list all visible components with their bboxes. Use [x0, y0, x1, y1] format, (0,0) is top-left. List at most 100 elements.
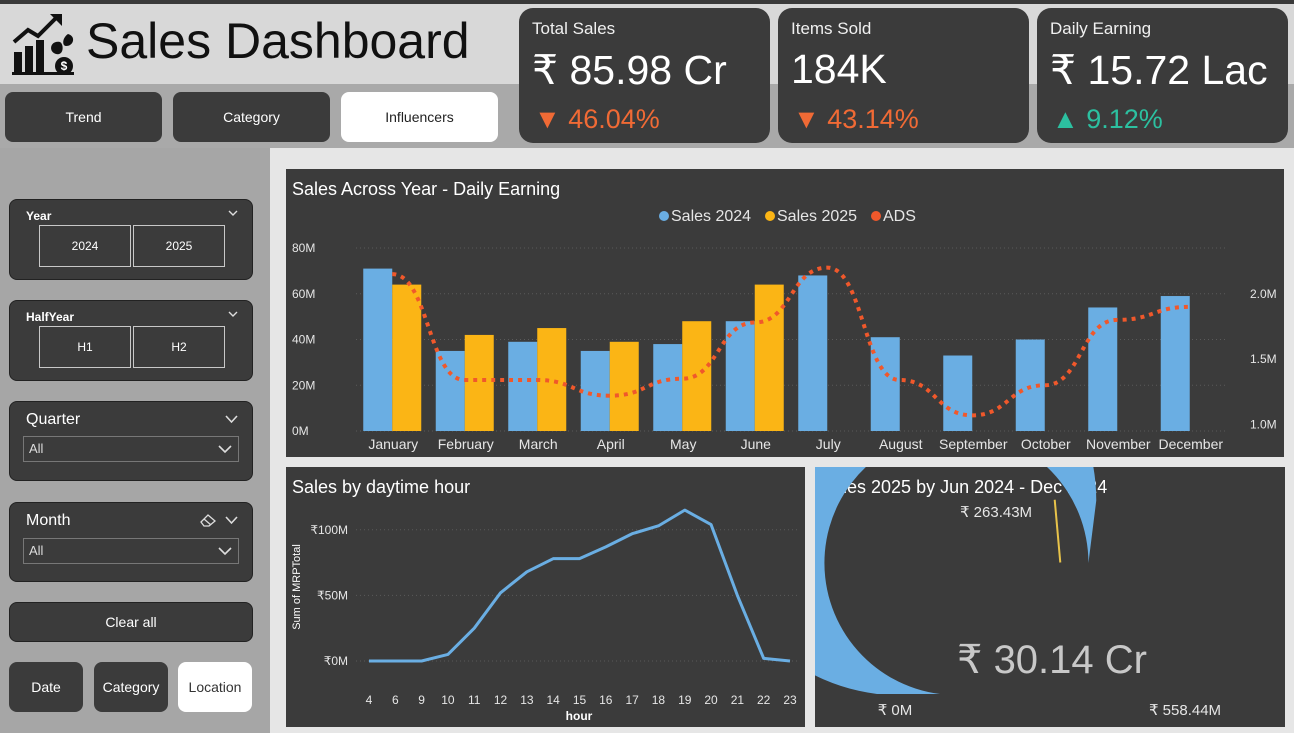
x-tick-label: January — [368, 436, 418, 452]
halfyear-slicer: HalfYear H1 H2 — [9, 300, 253, 381]
x-tick-label: February — [438, 436, 494, 452]
legend-label: Sales 2024 — [671, 208, 751, 225]
subnav-date-button[interactable]: Date — [9, 662, 83, 712]
legend-marker — [765, 211, 775, 221]
eraser-icon[interactable] — [199, 513, 217, 527]
year-option-2024[interactable]: 2024 — [39, 225, 131, 267]
x-tick-label: 11 — [468, 693, 481, 707]
kpi-delta: ▼ 46.04% — [534, 104, 660, 134]
chevron-down-icon[interactable] — [228, 208, 238, 218]
y-axis-label: Sum of MRPTotal — [291, 544, 303, 630]
gauge-value-label: ₹ 30.14 Cr — [957, 638, 1147, 682]
bar-sales-2025 — [609, 341, 639, 431]
x-tick-label: 18 — [652, 693, 666, 707]
nav-trend-button[interactable]: Trend — [5, 92, 162, 142]
legend-label: ADS — [883, 208, 916, 225]
sales-line — [369, 508, 791, 663]
bar-sales-2025 — [464, 334, 494, 431]
x-tick-label: 19 — [678, 693, 692, 707]
halfyear-option-h2[interactable]: H2 — [133, 326, 225, 368]
slicer-label: HalfYear — [26, 310, 75, 324]
y-tick-label: 40M — [292, 333, 315, 347]
year-option-2025[interactable]: 2025 — [133, 225, 225, 267]
growth-chart-icon: $ — [12, 14, 74, 75]
chevron-down-icon[interactable] — [225, 414, 238, 424]
x-tick-label: 10 — [441, 693, 455, 707]
x-tick-label: 4 — [366, 693, 373, 707]
y2-tick-label: 1.5M — [1250, 352, 1277, 366]
legend-label: Sales 2025 — [777, 208, 857, 225]
kpi-card-total-sales: Total Sales ₹ 85.98 Cr ▼ 46.04% — [519, 8, 770, 143]
subnav-location-button[interactable]: Location — [178, 662, 252, 712]
slicer-label: Quarter — [26, 411, 81, 428]
x-tick-label: August — [879, 436, 923, 452]
bar-sales-2024 — [725, 321, 755, 431]
x-tick-label: 6 — [392, 693, 399, 707]
chevron-down-icon — [218, 445, 232, 454]
subnav-category-button[interactable]: Category — [94, 662, 168, 712]
kpi-value: ₹ 15.72 Lac — [1050, 47, 1268, 93]
y-tick-label: ₹0M — [324, 654, 348, 668]
x-tick-label: September — [939, 436, 1008, 452]
x-tick-label: May — [670, 436, 696, 452]
y-tick-label: 60M — [292, 287, 315, 301]
bar-sales-2024 — [580, 350, 610, 431]
x-tick-label: October — [1021, 436, 1071, 452]
bar-sales-2024 — [435, 350, 465, 431]
bar-sales-2024 — [943, 355, 973, 431]
svg-text:$: $ — [61, 59, 68, 73]
bar-sales-2024 — [508, 341, 538, 431]
sales-by-hour-chart: ₹0M ₹50M ₹100M 4 6 9 10 11 12 13 14 15 16 17 18 19 20 21 2… — [291, 508, 798, 723]
x-tick-label: 22 — [757, 693, 771, 707]
dropdown-value: All — [29, 543, 44, 558]
dropdown-value: All — [29, 441, 44, 456]
x-tick-label: 13 — [520, 693, 534, 707]
y2-tick-label: 2.0M — [1250, 287, 1277, 301]
chevron-down-icon[interactable] — [228, 309, 238, 319]
kpi-delta: ▼ 43.14% — [793, 104, 919, 134]
month-slicer: Month All — [9, 502, 253, 582]
quarter-dropdown[interactable]: All — [23, 436, 239, 462]
bar-sales-2024 — [363, 268, 393, 431]
y-tick-label: ₹50M — [317, 588, 348, 602]
gauge-target-label: ₹ 263.43M — [960, 504, 1032, 521]
chevron-down-icon[interactable] — [225, 515, 238, 525]
x-tick-label: December — [1158, 436, 1223, 452]
bar-sales-2024 — [798, 275, 828, 431]
nav-influencers-button[interactable]: Influencers — [341, 92, 498, 142]
nav-category-button[interactable]: Category — [173, 92, 330, 142]
halfyear-option-h1[interactable]: H1 — [39, 326, 131, 368]
x-tick-label: 16 — [599, 693, 613, 707]
y2-tick-label: 1.0M — [1250, 417, 1277, 431]
x-tick-label: 23 — [783, 693, 797, 707]
kpi-card-items-sold: Items Sold 184K ▼ 43.14% — [778, 8, 1029, 143]
gauge-target-marker — [1053, 499, 1062, 563]
slicer-label: Year — [26, 209, 52, 223]
sales-across-year-chart: Sales 2024 Sales 2025 ADS 0M 20M 40M 60M 80M 1.0… — [292, 208, 1277, 452]
slicer-label: Month — [26, 512, 71, 529]
kpi-label: Daily Earning — [1050, 19, 1152, 38]
y-tick-label: ₹100M — [310, 523, 348, 537]
sales-gauge-panel: Sales 2025 by Jun 2024 - Dec 2024 ₹ 263.… — [815, 467, 1285, 727]
bar-sales-2024 — [1088, 307, 1118, 431]
clear-all-button[interactable]: Clear all — [9, 602, 253, 642]
x-tick-label: April — [597, 436, 625, 452]
gauge-max-label: ₹ 558.44M — [1149, 702, 1221, 719]
month-dropdown[interactable]: All — [23, 538, 239, 564]
x-axis-label: hour — [566, 709, 593, 723]
chevron-down-icon — [218, 547, 232, 556]
y-tick-label: 80M — [292, 241, 315, 255]
kpi-label: Total Sales — [532, 19, 616, 38]
legend-marker — [659, 211, 669, 221]
x-tick-label: 12 — [494, 693, 508, 707]
x-tick-label: March — [519, 436, 558, 452]
gauge-min-label: ₹ 0M — [878, 702, 913, 719]
year-slicer: Year 2024 2025 — [9, 199, 253, 280]
x-tick-label: 20 — [704, 693, 718, 707]
bar-sales-2025 — [537, 328, 567, 431]
x-tick-label: 21 — [731, 693, 745, 707]
bar-sales-2024 — [653, 344, 683, 431]
x-tick-label: 15 — [573, 693, 587, 707]
quarter-slicer: Quarter All — [9, 401, 253, 481]
kpi-value: ₹ 85.98 Cr — [532, 47, 727, 93]
